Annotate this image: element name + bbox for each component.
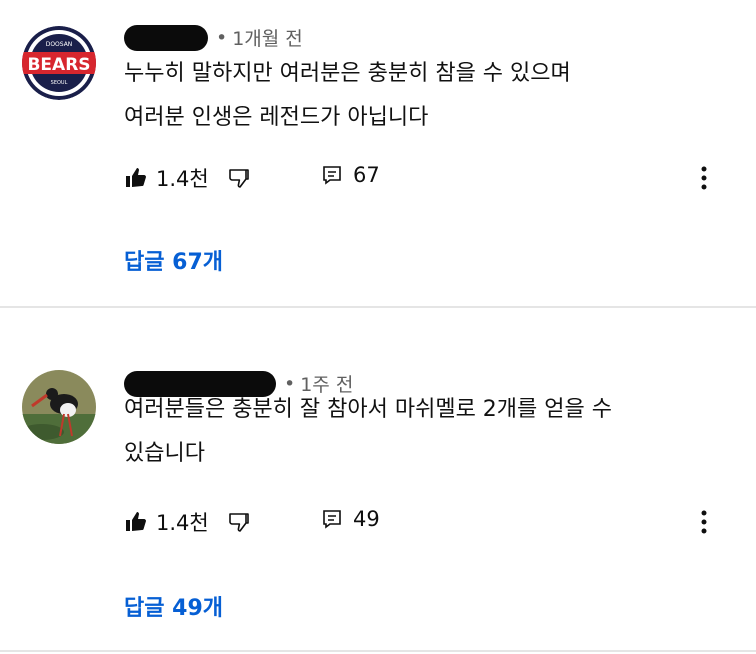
svg-text:DOOSAN: DOOSAN <box>46 41 73 48</box>
thumb-down-icon <box>228 169 249 188</box>
avatar[interactable]: BEARS DOOSAN SEOUL <box>22 26 96 100</box>
thumb-down-icon <box>228 513 249 532</box>
like-count: 1.4천 <box>156 511 209 535</box>
like-button[interactable]: 1.4천 <box>124 163 209 193</box>
like-button[interactable]: 1.4천 <box>124 507 209 537</box>
comment-icon <box>323 510 341 529</box>
more-options-button[interactable] <box>694 507 714 537</box>
view-replies-button[interactable]: 답글 67개 <box>124 244 223 276</box>
comment-icon <box>323 166 341 185</box>
comment-line: 여러분들은 충분히 잘 참아서 마쉬멜로 2개를 얻을 수 <box>124 397 612 422</box>
dislike-button[interactable] <box>227 166 251 190</box>
comment-line: 있습니다 <box>124 441 205 466</box>
comment-line: 누누히 말하지만 여러분은 충분히 참을 수 있으며 <box>124 61 571 86</box>
comment-text: 누누히 말하지만 여러분은 충분히 참을 수 있으며 여러분 인생은 레전드가 … <box>124 52 571 140</box>
thumb-up-icon <box>126 168 146 187</box>
comment-actions: 1.4천 67 <box>124 163 524 193</box>
bears-logo-icon: BEARS DOOSAN SEOUL <box>22 26 96 100</box>
divider <box>0 306 756 308</box>
svg-text:BEARS: BEARS <box>27 55 90 75</box>
comment-meta: • 1개월 전 <box>124 24 303 51</box>
avatar[interactable] <box>22 370 96 444</box>
replies-count-button[interactable]: 49 <box>321 507 380 531</box>
svg-text:SEOUL: SEOUL <box>51 80 68 86</box>
timestamp: 1개월 전 <box>232 28 303 50</box>
like-count: 1.4천 <box>156 167 209 191</box>
comment-actions: 1.4천 49 <box>124 507 524 537</box>
comment-2: • 1주 전 여러분들은 충분히 잘 참아서 마쉬멜로 2개를 얻을 수 있습니… <box>0 310 756 654</box>
more-vert-icon <box>701 166 707 190</box>
more-options-button[interactable] <box>694 163 714 193</box>
comment-line: 여러분 인생은 레전드가 아닙니다 <box>124 105 429 130</box>
comment-text: 여러분들은 충분히 잘 참아서 마쉬멜로 2개를 얻을 수 있습니다 <box>124 388 612 476</box>
thumb-up-icon <box>126 512 146 531</box>
divider <box>0 650 756 652</box>
comment-1: BEARS DOOSAN SEOUL • 1개월 전 누누히 말하지만 여러분은… <box>0 0 756 306</box>
replies-count-button[interactable]: 67 <box>321 163 380 187</box>
view-replies-button[interactable]: 답글 49개 <box>124 590 223 622</box>
reply-count: 49 <box>353 507 380 531</box>
dislike-button[interactable] <box>227 510 251 534</box>
more-vert-icon <box>701 510 707 534</box>
bird-photo-icon <box>22 370 96 444</box>
reply-count: 67 <box>353 163 380 187</box>
redacted-username <box>124 24 208 51</box>
